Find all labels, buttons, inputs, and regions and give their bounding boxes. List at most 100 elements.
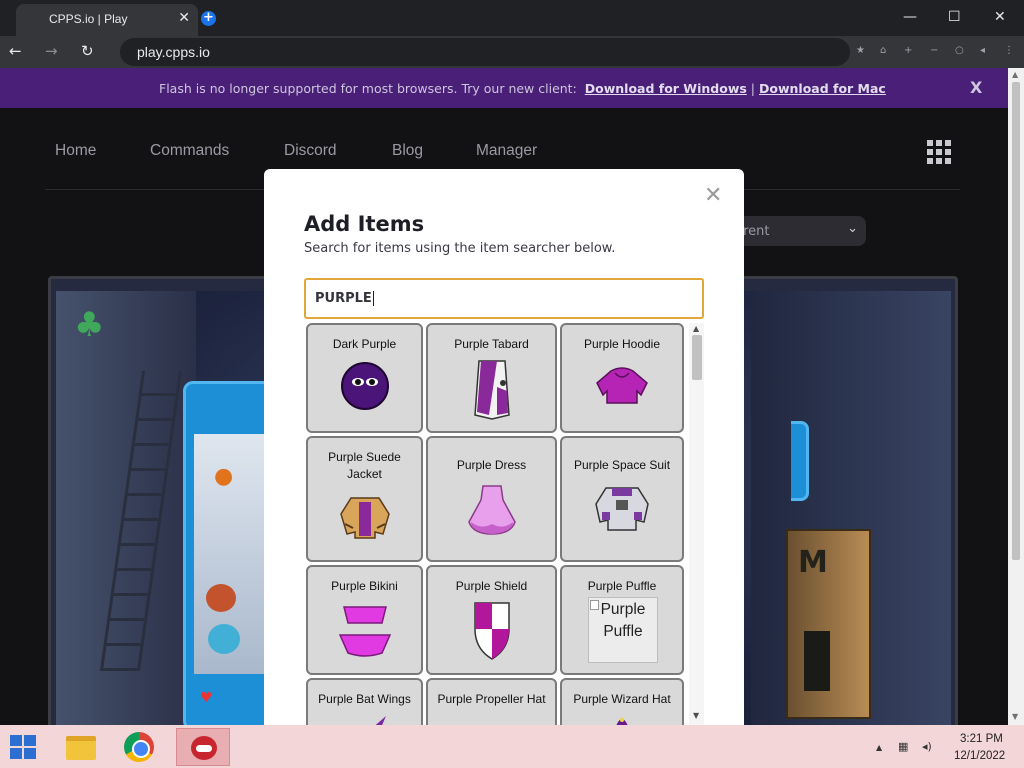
item-name: Purple Propeller Hat [437,692,546,706]
purple-dress-icon [467,485,516,535]
scroll-down-icon[interactable]: ▼ [1012,712,1018,721]
download-windows-link[interactable]: Download for Windows [585,81,747,96]
apps-grid-icon[interactable] [927,140,951,164]
item-name: Purple Hoodie [583,337,661,351]
purple-bat-wings-icon [375,716,386,725]
banner-separator: | [750,81,756,96]
results-scrollbar[interactable]: ▲ ▼ [689,323,704,725]
vending-logo-icon: M [798,545,828,580]
player-card[interactable]: ● ♥ [183,381,273,725]
pumpkin-icon: ● [214,464,234,489]
maximize-icon[interactable]: ☐ [948,9,961,25]
item-results: Dark Purple Purple Tabard Purple Hoodie [304,321,704,725]
purple-suede-jacket-icon [339,497,390,539]
item-name: Purple Shield [455,579,528,593]
blue-puffle [208,624,240,654]
item-card[interactable]: Dark Purple [306,323,423,433]
item-card[interactable]: Purple Tabard [426,323,557,433]
banner-close-icon[interactable]: X [970,78,982,97]
item-name: Purple Bat Wings [318,692,411,706]
heart-icon[interactable]: ♥ [200,690,213,706]
windows-start-icon[interactable] [10,735,38,761]
nav-blog[interactable]: Blog [392,142,423,160]
item-card[interactable]: Purple Dress [426,436,557,562]
item-name: Purple Bikini [331,579,398,593]
reload-icon[interactable]: ↻ [81,42,94,60]
speaker-icon[interactable]: ◂ [980,45,985,56]
broken-image-icon: Purple Puffle [588,597,658,663]
windows-taskbar: ▲ ▦ ◂) 3:21 PM 12/1/2022 [0,725,1024,768]
download-mac-link[interactable]: Download for Mac [759,81,886,96]
clock-time[interactable]: 3:21 PM [960,733,1003,745]
modal-close-icon[interactable]: ✕ [704,183,722,208]
flash-banner: Flash is no longer supported for most br… [0,68,1024,108]
plus-icon[interactable]: + [904,45,912,56]
item-name: Purple Wizard Hat [573,692,671,706]
item-card[interactable]: Purple Hoodie [560,323,684,433]
client-select[interactable]: rrent ⌄ [730,216,866,246]
scroll-up-icon[interactable]: ▲ [693,324,699,333]
nav-manager[interactable]: Manager [476,142,537,160]
player-card-photo: ● [194,434,264,674]
browser-tabbar: CPPS.io | Play ✕ + — ☐ ✕ [0,0,1024,36]
red-puffle [206,584,236,612]
tray-expand-icon[interactable]: ▲ [876,743,882,752]
item-card[interactable]: Purple Bikini [306,565,423,675]
clover-icon: ♣ [74,305,105,345]
item-card[interactable]: Purple Bat Wings [306,678,423,725]
vending-slot [804,631,830,691]
purple-tabard-icon [473,360,510,420]
purple-hoodie-icon [596,367,648,404]
new-tab-icon[interactable]: + [201,11,216,26]
nav-commands[interactable]: Commands [150,142,229,160]
tab-close-icon[interactable]: ✕ [178,10,190,26]
home-icon[interactable]: ⌂ [880,45,886,56]
item-card[interactable]: Purple Propeller Hat [426,678,557,725]
item-card[interactable]: Purple Suede Jacket [306,436,423,562]
nav-discord[interactable]: Discord [284,142,337,160]
item-card[interactable]: Purple Space Suit [560,436,684,562]
side-panel-tab[interactable] [791,421,809,501]
purple-bikini-icon [338,606,391,657]
scroll-up-icon[interactable]: ▲ [1012,70,1018,79]
circle-icon[interactable]: ○ [955,45,964,56]
modal-title: Add Items [304,212,425,236]
browser-toolbar: ← → ↻ play.cpps.io ★ ⌂ + − ○ ◂ ⋮ [0,36,1024,68]
item-search-input[interactable]: PURPLE [304,278,704,319]
purple-space-suit-icon [595,487,649,531]
item-card[interactable]: Purple Puffle Purple Puffle [560,565,684,675]
page-scrollbar[interactable]: ▲ ▼ [1008,68,1024,725]
address-bar[interactable]: play.cpps.io [120,38,850,66]
minus-icon[interactable]: − [930,45,938,56]
game-client-icon[interactable] [176,728,230,766]
star-icon[interactable]: ★ [856,45,865,56]
results-scroll-thumb[interactable] [692,335,702,380]
back-icon[interactable]: ← [9,42,22,60]
item-name: Purple Space Suit [573,458,671,472]
search-text: PURPLE [315,291,372,306]
network-icon[interactable]: ▦ [898,740,908,753]
window-close-icon[interactable]: ✕ [994,9,1006,25]
volume-icon[interactable]: ◂) [922,740,932,753]
file-explorer-icon[interactable] [54,728,108,766]
chrome-logo-icon [124,732,154,762]
item-name: Dark Purple [332,337,397,351]
clock-date[interactable]: 12/1/2022 [954,750,1005,762]
item-name: Purple Dress [456,458,527,472]
item-name: Purple Puffle [587,579,657,593]
image-alt-text: Purple Puffle [600,601,646,640]
page-scroll-thumb[interactable] [1012,82,1020,560]
nav-home[interactable]: Home [55,142,96,160]
item-name: Purple Suede Jacket [328,450,401,481]
minimize-icon[interactable]: — [903,9,917,25]
menu-icon[interactable]: ⋮ [1004,45,1014,56]
browser-tab[interactable]: CPPS.io | Play ✕ [16,4,198,36]
chrome-icon[interactable] [113,728,167,766]
text-caret [372,291,374,306]
dark-purple-puffle-icon [340,362,389,410]
banner-text: Flash is no longer supported for most br… [159,81,577,96]
item-card[interactable]: Purple Wizard Hat [560,678,684,725]
item-card[interactable]: Purple Shield [426,565,557,675]
forward-icon[interactable]: → [45,42,58,60]
scroll-down-icon[interactable]: ▼ [693,711,699,720]
